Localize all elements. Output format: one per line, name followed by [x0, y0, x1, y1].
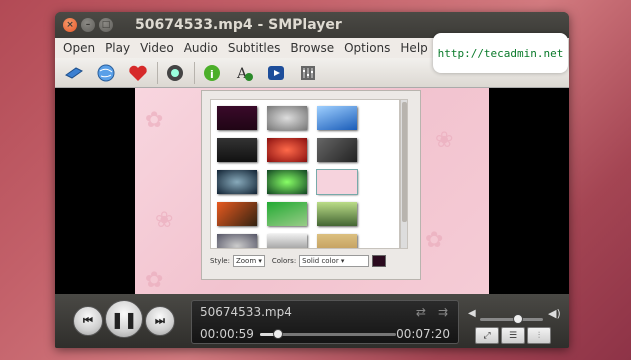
forward-icon: ⏭ — [155, 314, 165, 327]
style-label: Style: — [210, 257, 230, 265]
web-icon[interactable] — [93, 61, 119, 85]
color-swatch[interactable] — [372, 255, 387, 267]
wallpaper-thumb[interactable] — [267, 106, 307, 130]
dialog-options-row: Style: Zoom ▾ Colors: Solid color ▾ — [210, 255, 387, 267]
fullscreen-icon: ⤢ — [483, 330, 491, 341]
close-icon[interactable]: × — [63, 18, 77, 32]
wallpaper-thumb[interactable] — [317, 234, 357, 248]
wallpaper-thumb-selected[interactable] — [316, 169, 358, 195]
seek-handle[interactable] — [272, 329, 283, 339]
video-area[interactable]: ✿ ❀ ✿ ❀ ✿ Style: Zoom ▾ Colors: Solid co… — [55, 88, 569, 306]
wallpaper-thumb[interactable] — [267, 170, 307, 194]
total-time: 00:07:20 — [396, 327, 450, 341]
wallpaper-thumb[interactable] — [267, 234, 307, 248]
flower-decoration: ❀ — [155, 208, 174, 233]
flower-decoration: ✿ — [145, 268, 164, 293]
menu-open[interactable]: Open — [58, 41, 100, 55]
menu-subtitles[interactable]: Subtitles — [223, 41, 286, 55]
current-filename: 50674533.mp4 — [200, 305, 292, 319]
flower-decoration: ❀ — [435, 128, 454, 153]
sliders-icon: ⫶ — [537, 330, 541, 341]
grid-scrollbar[interactable] — [400, 99, 408, 249]
status-display: 50674533.mp4 ⇄ ⇉ 00:00:59 00:07:20 — [191, 300, 459, 344]
scrollbar-handle[interactable] — [402, 102, 407, 222]
wallpaper-thumb[interactable] — [217, 234, 257, 248]
flower-decoration: ✿ — [145, 108, 164, 133]
wallpaper-dialog: Style: Zoom ▾ Colors: Solid color ▾ — [201, 90, 421, 280]
wallpaper-thumb[interactable] — [267, 202, 307, 226]
video-filter-icon[interactable] — [263, 61, 289, 85]
menu-browse[interactable]: Browse — [285, 41, 339, 55]
watermark-badge: http://tecadmin.net — [433, 33, 568, 73]
wallpaper-grid — [210, 99, 400, 249]
volume-high-icon: ◀) — [548, 307, 561, 320]
wallpaper-thumb[interactable] — [317, 106, 357, 130]
wallpaper-thumb[interactable] — [217, 170, 257, 194]
video-frame: ✿ ❀ ✿ ❀ ✿ Style: Zoom ▾ Colors: Solid co… — [135, 88, 489, 306]
minimize-icon[interactable]: – — [81, 18, 95, 32]
playlist-toggle-button[interactable]: ☰ — [501, 327, 525, 344]
control-bar: ⏮ ❚❚ ⏭ 50674533.mp4 ⇄ ⇉ 00:00:59 00:07:2… — [55, 294, 569, 348]
window-title: 50674533.mp4 - SMPlayer — [135, 17, 342, 33]
style-value: Zoom — [235, 257, 257, 265]
wallpaper-thumb[interactable] — [267, 138, 307, 162]
menu-video[interactable]: Video — [135, 41, 179, 55]
wallpaper-thumb[interactable] — [317, 138, 357, 162]
seek-bar[interactable] — [260, 329, 396, 339]
maximize-icon[interactable]: □ — [99, 18, 113, 32]
playlist-icon[interactable] — [61, 61, 87, 85]
volume-low-icon: ◀ — [468, 308, 476, 319]
wallpaper-thumb[interactable] — [217, 138, 257, 162]
favorites-icon[interactable] — [125, 61, 151, 85]
colors-label: Colors: — [271, 257, 297, 265]
subtitle-download-icon[interactable]: A — [231, 61, 257, 85]
fullscreen-button[interactable]: ⤢ — [475, 327, 499, 344]
screenshot-icon[interactable] — [162, 61, 188, 85]
pause-button[interactable]: ❚❚ — [105, 300, 143, 338]
menu-play[interactable]: Play — [100, 41, 135, 55]
pause-icon: ❚❚ — [110, 309, 138, 329]
elapsed-time: 00:00:59 — [200, 327, 254, 341]
colors-select[interactable]: Solid color ▾ — [299, 255, 370, 267]
toolbar-separator — [194, 61, 195, 84]
toolbar-separator — [157, 61, 158, 84]
svg-text:i: i — [210, 68, 214, 81]
rewind-icon: ⏮ — [83, 314, 93, 327]
watermark-text: http://tecadmin.net — [437, 46, 564, 60]
next-button[interactable]: ⏭ — [145, 306, 175, 336]
list-icon: ☰ — [508, 330, 518, 341]
menu-audio[interactable]: Audio — [179, 41, 223, 55]
wallpaper-thumb[interactable] — [217, 202, 257, 226]
style-select[interactable]: Zoom ▾ — [232, 255, 265, 267]
volume-handle[interactable] — [512, 314, 523, 324]
previous-button[interactable]: ⏮ — [73, 306, 103, 336]
equalizer-toggle-button[interactable]: ⫶ — [527, 327, 551, 344]
shuffle-icon[interactable]: ⇉ — [438, 305, 448, 319]
colors-value: Solid color — [302, 257, 339, 265]
flower-decoration: ✿ — [425, 228, 444, 253]
menu-options[interactable]: Options — [339, 41, 395, 55]
equalizer-icon[interactable] — [295, 61, 321, 85]
wallpaper-thumb[interactable] — [317, 202, 357, 226]
info-icon[interactable]: i — [199, 61, 225, 85]
repeat-icon[interactable]: ⇄ — [416, 305, 426, 319]
wallpaper-thumb[interactable] — [217, 106, 257, 130]
menu-help[interactable]: Help — [395, 41, 432, 55]
lcd-icons: ⇄ ⇉ — [416, 305, 448, 319]
volume-slider[interactable] — [480, 314, 543, 324]
